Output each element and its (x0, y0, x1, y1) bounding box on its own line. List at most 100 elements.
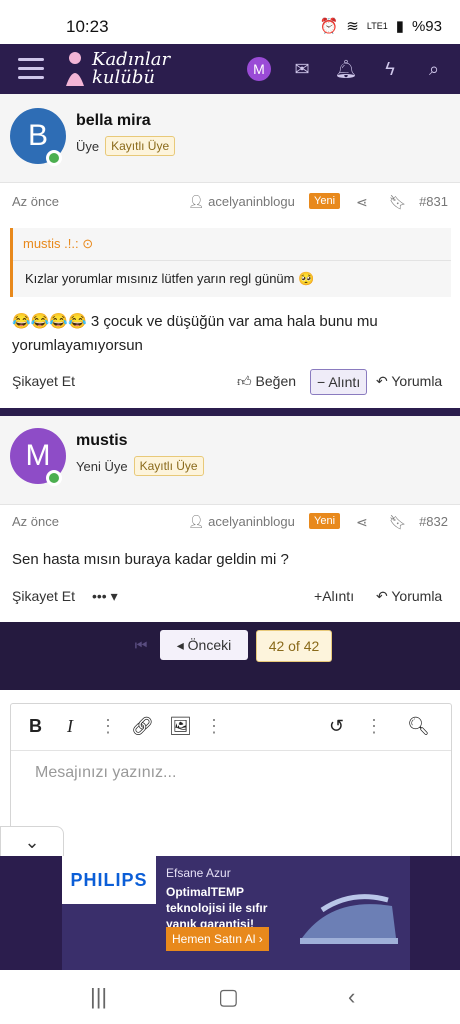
link-icon[interactable]: 🔗︎ (131, 716, 154, 737)
username[interactable]: mustis (76, 432, 128, 450)
report-link[interactable]: Şikayet Et (12, 588, 75, 604)
bold-icon[interactable]: B (29, 716, 42, 737)
post-header: B bella mira Üye Kayıtlı Üye (0, 94, 460, 183)
user-role: Yeni Üye Kayıtlı Üye (76, 456, 204, 476)
quote-label: Alıntı (322, 588, 355, 604)
wifi-icon: ≋ (346, 18, 359, 35)
bell-icon[interactable]: 🔔︎ (334, 57, 358, 81)
logo-line-2: kulübü (92, 67, 155, 88)
signal-icon: ▮ (395, 18, 404, 35)
prev-page-button[interactable]: ◂ Önceki (160, 630, 248, 660)
quote-header[interactable]: mustis .!.: ⊙ (13, 228, 451, 261)
post-actions: Şikayet Et 👍︎ Beğen − Alıntı ↶ Yorumla (0, 369, 460, 397)
post-separator (0, 408, 460, 416)
home-icon[interactable]: ▢ (218, 984, 239, 1010)
ad-tagline: OptimalTEMP teknolojisi ile sıfır yanık … (166, 885, 268, 931)
like-button[interactable]: 👍︎ Beğen (237, 373, 296, 390)
prev-label: Önceki (187, 637, 232, 653)
search-icon[interactable]: ⌕ (422, 57, 446, 81)
image-icon[interactable]: 🖼︎ (169, 716, 192, 737)
arrow-up-icon[interactable]: ⊙ (82, 236, 93, 251)
post-time[interactable]: Az önce (12, 194, 59, 209)
new-badge: Yeni (309, 193, 341, 209)
post-header: M mustis Yeni Üye Kayıtlı Üye (0, 416, 460, 505)
reply-editor: B I ⋮ 🔗︎ 🖼︎ ⋮ ↺ ⋮ 🔍︎ Mesajınızı yazınız.… (10, 703, 452, 875)
more-label: ••• (92, 588, 107, 604)
back-icon[interactable]: ‹ (348, 984, 355, 1010)
quote-text: Kızlar yorumlar mısınız lütfen yarın reg… (25, 271, 315, 286)
more-vertical-icon[interactable]: ⋮ (365, 716, 383, 737)
caret-left-icon: ◂ (176, 637, 184, 653)
reply-icon: ↶ (376, 373, 388, 389)
post-meta: Az önce 👤︎ acelyaninblogu Yeni ⋖ 🔖︎ #831 (0, 193, 460, 214)
caret-down-icon: ▾ (110, 588, 118, 604)
post-831: B bella mira Üye Kayıtlı Üye Az önce 👤︎ … (0, 94, 460, 410)
user-avatar[interactable]: M (247, 57, 271, 81)
like-label: Beğen (255, 373, 297, 389)
report-link[interactable]: Şikayet Et (12, 373, 75, 389)
registered-badge: Kayıtlı Üye (105, 136, 176, 156)
quote-button[interactable]: − Alıntı (310, 369, 368, 395)
network-label: LTE1 (366, 21, 388, 31)
post-meta: Az önce 👤︎ acelyaninblogu Yeni ⋖ 🔖︎ #832 (0, 513, 460, 534)
message-input[interactable]: Mesajınızı yazınız... (35, 764, 176, 782)
quote-button[interactable]: +Alıntı (314, 588, 354, 604)
logo-figure-icon (66, 52, 84, 86)
reply-label: Yorumla (391, 588, 443, 604)
reply-button[interactable]: ↶ Yorumla (376, 588, 442, 605)
author-name: acelyaninblogu (208, 194, 295, 209)
author-link[interactable]: 👤︎ acelyaninblogu (188, 514, 295, 530)
bookmark-icon[interactable]: 🔖︎ (389, 194, 407, 211)
plus-icon: + (314, 588, 323, 604)
page-indicator[interactable]: 42 of 42 (256, 630, 332, 662)
post-832: M mustis Yeni Üye Kayıtlı Üye Az önce 👤︎… (0, 416, 460, 622)
new-badge: Yeni (309, 513, 341, 529)
more-vertical-icon[interactable]: ⋮ (205, 716, 223, 737)
status-icons: ⏰ ≋ LTE1 ▮ %93 (319, 17, 442, 36)
italic-icon[interactable]: I (67, 716, 73, 737)
site-logo[interactable]: Kadınlar kulübü (62, 48, 170, 90)
menu-icon[interactable] (18, 58, 44, 80)
top-navbar: Kadınlar kulübü M ✉ 🔔︎ ϟ ⌕ (0, 44, 460, 94)
ad-title: Efsane Azur (166, 866, 231, 880)
quote-label: Alıntı (328, 374, 361, 390)
author-name: acelyaninblogu (208, 514, 295, 529)
post-time[interactable]: Az önce (12, 514, 59, 529)
reply-button[interactable]: ↶ Yorumla (376, 373, 442, 390)
ad-buy-button[interactable]: Hemen Satın Al › (166, 927, 269, 951)
online-indicator-icon (46, 150, 62, 166)
recent-apps-icon[interactable]: ||| (90, 984, 107, 1010)
post-content: 😂😂😂😂 3 çocuk ve düşüğün var ama hala bun… (12, 313, 378, 354)
more-menu[interactable]: ••• ▾ (92, 588, 118, 605)
undo-icon[interactable]: ↺ (329, 716, 344, 737)
reply-label: Yorumla (391, 373, 443, 389)
bookmark-icon[interactable]: 🔖︎ (389, 514, 407, 531)
status-bar: 10:23 ⏰ ≋ LTE1 ▮ %93 (0, 0, 460, 44)
quote-author: mustis .!.: (23, 236, 79, 251)
post-number[interactable]: #832 (419, 514, 448, 529)
ad-brand-logo: PHILIPS (62, 856, 156, 904)
mail-icon[interactable]: ✉ (290, 57, 314, 81)
reply-icon: ↶ (376, 588, 388, 604)
post-actions: Şikayet Et ••• ▾ +Alıntı ↶ Yorumla (0, 584, 460, 612)
lightning-icon[interactable]: ϟ (378, 57, 402, 81)
registered-badge: Kayıtlı Üye (133, 456, 204, 476)
post-number[interactable]: #831 (419, 194, 448, 209)
pagination-bar: ⏮ ◂ Önceki 42 of 42 (0, 622, 460, 690)
first-page-icon[interactable]: ⏮ (128, 630, 154, 660)
username[interactable]: bella mira (76, 112, 151, 130)
preview-icon[interactable]: 🔍︎ (407, 716, 430, 737)
editor-toolbar: B I ⋮ 🔗︎ 🖼︎ ⋮ ↺ ⋮ 🔍︎ (11, 704, 451, 751)
alarm-icon: ⏰ (319, 18, 339, 35)
clock: 10:23 (66, 17, 109, 36)
system-nav-bar: ||| ▢ ‹ (0, 970, 460, 1024)
minus-icon: − (317, 374, 326, 390)
battery-text: %93 (411, 17, 442, 35)
share-icon[interactable]: ⋖ (356, 514, 368, 531)
chevron-down-icon[interactable]: ⌄ (0, 826, 64, 857)
author-link[interactable]: 👤︎ acelyaninblogu (188, 194, 295, 210)
ad-content[interactable]: PHILIPS Efsane Azur OptimalTEMP teknoloj… (62, 856, 410, 970)
ad-banner: PHILIPS Efsane Azur OptimalTEMP teknoloj… (0, 856, 460, 970)
more-vertical-icon[interactable]: ⋮ (99, 716, 117, 737)
share-icon[interactable]: ⋖ (356, 194, 368, 211)
